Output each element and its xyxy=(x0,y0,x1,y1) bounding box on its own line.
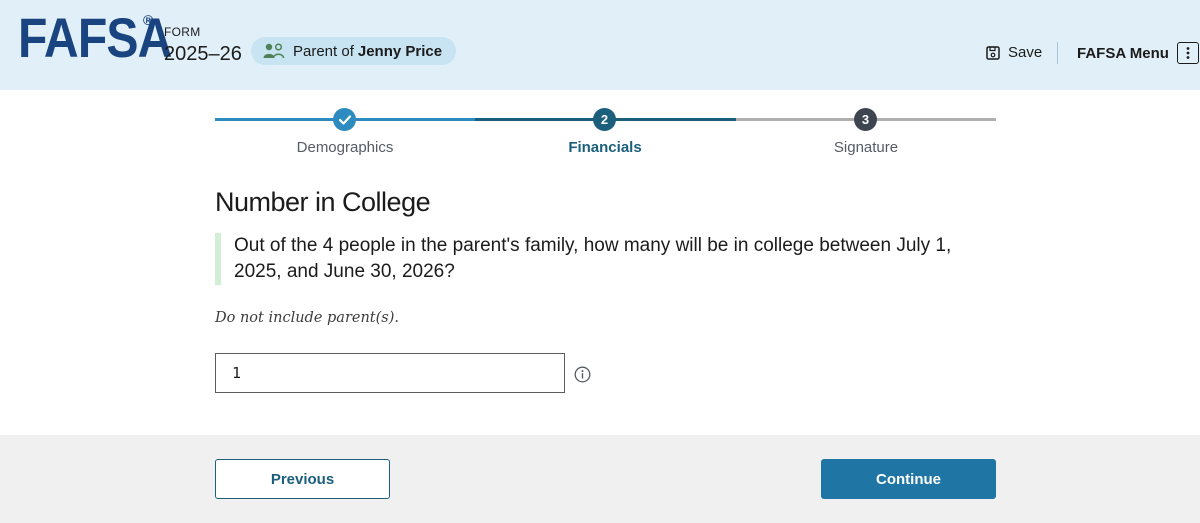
header-divider xyxy=(1057,42,1058,64)
role-prefix: Parent of xyxy=(293,42,354,60)
page-title: Number in College xyxy=(215,187,431,217)
checkmark-icon xyxy=(338,114,351,125)
form-year: 2025–26 xyxy=(164,43,242,65)
info-icon[interactable] xyxy=(574,366,591,388)
registered-mark: ® xyxy=(143,12,154,28)
hint-text: Do not include parent(s). xyxy=(215,310,399,326)
continue-button[interactable]: Continue xyxy=(821,459,996,499)
progress-stepper: 2 3 Demographics Financials Signature xyxy=(215,108,996,158)
footer-bar: Previous Continue xyxy=(0,435,1200,523)
question-text: Out of the 4 people in the parent's fami… xyxy=(215,233,1004,285)
fafsa-menu-button[interactable]: FAFSA Menu xyxy=(1077,42,1199,64)
menu-label: FAFSA Menu xyxy=(1077,44,1169,62)
step-number-signature: 3 xyxy=(854,108,877,131)
app-header: FAFSA ® FORM 2025–26 Parent of Jenny Pri… xyxy=(0,0,1200,90)
step-complete-marker xyxy=(333,108,356,131)
step-number-financials: 2 xyxy=(593,108,616,131)
role-badge: Parent of Jenny Price xyxy=(251,37,457,65)
save-button[interactable]: Save xyxy=(986,44,1042,61)
step-label-financials: Financials xyxy=(568,139,642,156)
number-in-college-input[interactable] xyxy=(215,353,565,393)
kebab-menu-icon xyxy=(1176,42,1199,64)
step-label-signature: Signature xyxy=(833,139,899,156)
student-name: Jenny Price xyxy=(357,42,443,60)
step-label-demographics: Demographics xyxy=(296,139,394,156)
save-label: Save xyxy=(1008,44,1043,61)
people-icon xyxy=(263,43,285,59)
form-label: FORM xyxy=(164,25,201,39)
previous-button[interactable]: Previous xyxy=(215,459,390,499)
save-icon xyxy=(986,45,1000,60)
